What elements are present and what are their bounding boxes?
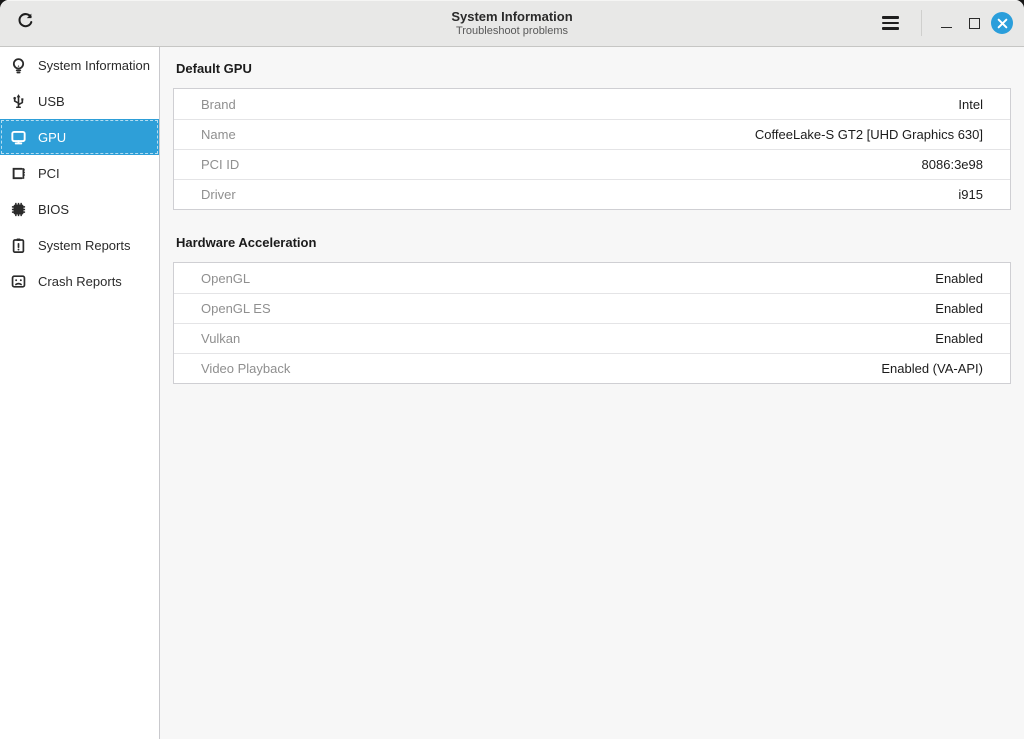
row-value: Enabled (935, 271, 983, 286)
close-button[interactable] (988, 9, 1016, 37)
section-heading: Hardware Acceleration (176, 235, 1011, 250)
table-row: OpenGL Enabled (174, 263, 1010, 293)
window-subtitle: Troubleshoot problems (456, 24, 568, 38)
row-value: Intel (958, 97, 983, 112)
row-value: i915 (958, 187, 983, 202)
lightbulb-icon (10, 57, 27, 74)
refresh-icon (16, 11, 35, 35)
sidebar-item-label: GPU (38, 130, 66, 145)
row-value: CoffeeLake-S GT2 [UHD Graphics 630] (755, 127, 983, 142)
sidebar-item-label: System Reports (38, 238, 130, 253)
table-row: Brand Intel (174, 89, 1010, 119)
titlebar-separator (921, 10, 922, 36)
row-label: Video Playback (201, 361, 290, 376)
sidebar: System Information USB (0, 47, 160, 739)
window-title: System Information (451, 9, 572, 24)
sidebar-item-system-information[interactable]: System Information (0, 47, 159, 83)
sidebar-item-gpu[interactable]: GPU (0, 119, 159, 155)
sidebar-item-label: BIOS (38, 202, 69, 217)
sidebar-item-label: Crash Reports (38, 274, 122, 289)
row-label: Brand (201, 97, 236, 112)
refresh-button[interactable] (8, 6, 42, 40)
usb-icon (10, 93, 27, 110)
table-row: OpenGL ES Enabled (174, 293, 1010, 323)
table-row: Vulkan Enabled (174, 323, 1010, 353)
system-information-window: System Information Troubleshoot problems (0, 0, 1024, 739)
row-value: Enabled (VA-API) (881, 361, 983, 376)
row-label: PCI ID (201, 157, 239, 172)
row-label: Driver (201, 187, 236, 202)
default-gpu-table: Brand Intel Name CoffeeLake-S GT2 [UHD G… (173, 88, 1011, 210)
sidebar-item-bios[interactable]: BIOS (0, 191, 159, 227)
section-heading: Default GPU (176, 61, 1011, 76)
row-label: OpenGL (201, 271, 250, 286)
main-content: Default GPU Brand Intel Name CoffeeLake-… (160, 47, 1024, 739)
table-row: PCI ID 8086:3e98 (174, 149, 1010, 179)
titlebar[interactable]: System Information Troubleshoot problems (0, 0, 1024, 47)
sidebar-item-crash-reports[interactable]: Crash Reports (0, 263, 159, 299)
sidebar-item-usb[interactable]: USB (0, 83, 159, 119)
sidebar-item-label: PCI (38, 166, 60, 181)
crash-face-icon (10, 273, 27, 290)
table-row: Driver i915 (174, 179, 1010, 209)
row-value: Enabled (935, 301, 983, 316)
sidebar-item-label: USB (38, 94, 65, 109)
table-row: Name CoffeeLake-S GT2 [UHD Graphics 630] (174, 119, 1010, 149)
table-row: Video Playback Enabled (VA-API) (174, 353, 1010, 383)
section-hardware-acceleration: Hardware Acceleration OpenGL Enabled Ope… (173, 235, 1011, 384)
sidebar-item-pci[interactable]: PCI (0, 155, 159, 191)
row-value: Enabled (935, 331, 983, 346)
hardware-acceleration-table: OpenGL Enabled OpenGL ES Enabled Vulkan … (173, 262, 1011, 384)
close-icon (991, 12, 1013, 34)
maximize-icon (969, 18, 980, 29)
titlebar-title-block: System Information Troubleshoot problems (0, 0, 1024, 46)
sidebar-item-system-reports[interactable]: System Reports (0, 227, 159, 263)
maximize-button[interactable] (960, 9, 988, 37)
row-value: 8086:3e98 (922, 157, 983, 172)
minimize-icon (941, 19, 952, 28)
hamburger-icon (882, 16, 899, 30)
clipboard-alert-icon (10, 237, 27, 254)
row-label: Vulkan (201, 331, 240, 346)
chip-icon (10, 201, 27, 218)
monitor-icon (10, 129, 27, 146)
row-label: OpenGL ES (201, 301, 271, 316)
section-default-gpu: Default GPU Brand Intel Name CoffeeLake-… (173, 61, 1011, 210)
pci-card-icon (10, 165, 27, 182)
row-label: Name (201, 127, 236, 142)
sidebar-item-label: System Information (38, 58, 150, 73)
minimize-button[interactable] (932, 9, 960, 37)
menu-button[interactable] (873, 6, 907, 40)
